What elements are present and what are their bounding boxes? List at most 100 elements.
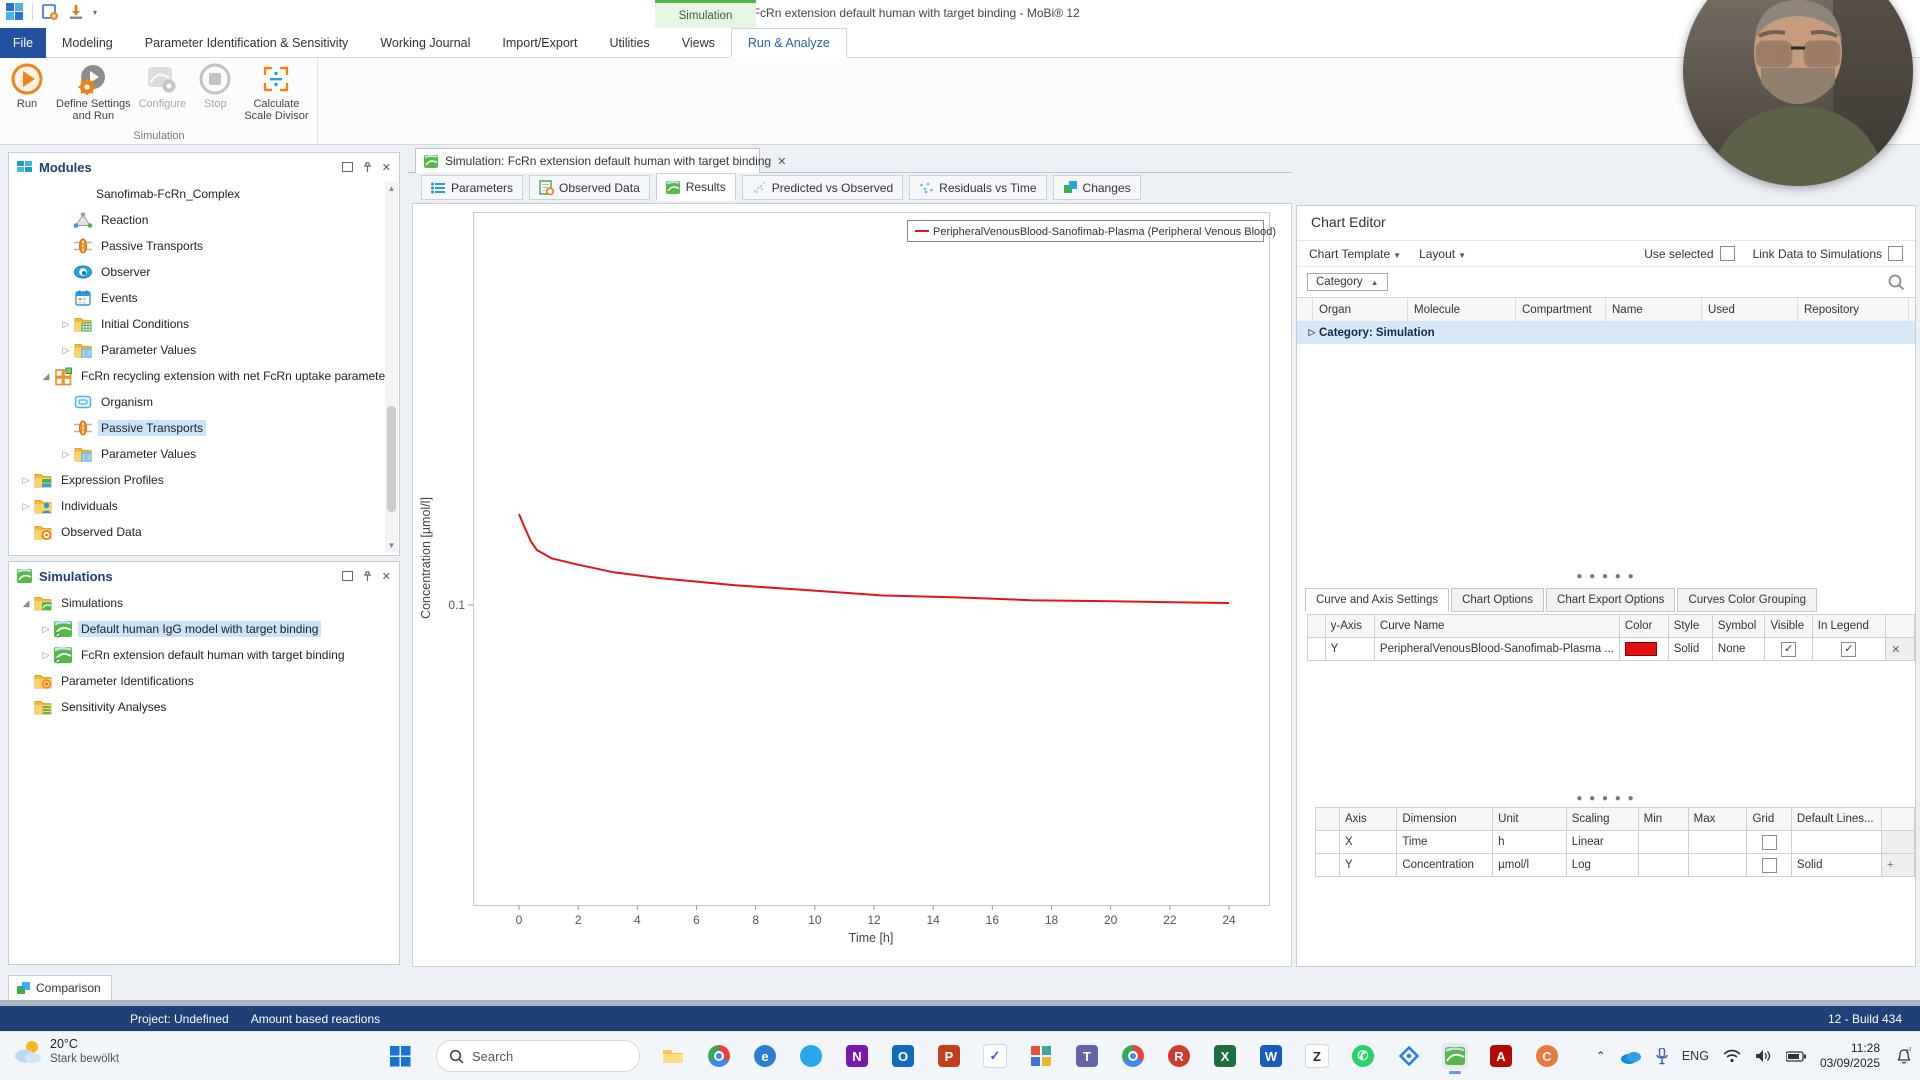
tree-item-passive-transports[interactable]: Passive Transports	[9, 233, 399, 259]
scaling-cell[interactable]: Linear	[1565, 830, 1639, 854]
tree-item-observed-data[interactable]: Observed Data	[9, 519, 399, 545]
taskbar-icon-zoom-app[interactable]: Z	[1304, 1043, 1330, 1069]
axes-col-unit[interactable]: Unit	[1492, 807, 1567, 831]
tree-item-sanofimab-fcrn-complex[interactable]: Sanofimab-FcRn_Complex	[9, 181, 399, 207]
ribbon-tab-modeling[interactable]: Modeling	[46, 28, 129, 58]
curves-col-style[interactable]: Style	[1667, 614, 1713, 638]
modules-scrollbar[interactable]: ▲ ▼	[385, 182, 398, 552]
remove-curve-button[interactable]: ✕	[1885, 637, 1915, 661]
ribbon-tab-parameter-identification-sensitivity[interactable]: Parameter Identification & Sensitivity	[129, 28, 365, 58]
view-tab-predicted-vs-observed[interactable]: Predicted vs Observed	[741, 175, 904, 200]
grid-checkbox[interactable]	[1761, 857, 1777, 873]
ribbon-tab-utilities[interactable]: Utilities	[593, 28, 665, 58]
axes-col-min[interactable]: Min	[1637, 807, 1689, 831]
battery-icon[interactable]	[1785, 1050, 1806, 1062]
tree-item-fcrn-extension-default-human-with-target-binding[interactable]: ▷ FcRn extension default human with targe…	[9, 642, 399, 668]
axes-col-axis[interactable]: Axis	[1338, 807, 1398, 831]
taskbar-icon-skype[interactable]	[798, 1043, 824, 1069]
grid-column-organ[interactable]: Organ	[1313, 298, 1408, 322]
taskbar-icon-photos[interactable]	[1396, 1043, 1422, 1069]
taskbar-icon-browser[interactable]	[1120, 1043, 1146, 1069]
results-chart[interactable]: 0 2 4 6 8 10 12 14 16 18 20 22 24Time [h]0.1Concentr…	[413, 204, 1291, 966]
curve-symbol-cell[interactable]: None	[1711, 637, 1766, 661]
ribbon-tab-views[interactable]: Views	[666, 28, 731, 58]
view-tab-results[interactable]: Results	[655, 173, 736, 201]
maximize-icon[interactable]	[341, 571, 353, 581]
expander-expanded-icon[interactable]: ◢	[39, 371, 53, 382]
scrollbar-thumb[interactable]	[387, 406, 396, 512]
search-icon[interactable]	[1887, 273, 1905, 291]
curves-col-y-axis[interactable]: y-Axis	[1324, 614, 1375, 638]
tray-clock[interactable]: 11:28 03/09/2025	[1820, 1041, 1880, 1071]
taskbar-icon-acrobat[interactable]: A	[1488, 1043, 1514, 1069]
axes-col-grid[interactable]: Grid	[1746, 807, 1792, 831]
curve-row[interactable]: Y PeripheralVenousBlood-Sanofimab-Plasma …	[1307, 637, 1915, 661]
grid-column-used[interactable]: Used	[1702, 298, 1798, 322]
view-tab-parameters[interactable]: Parameters	[421, 175, 524, 200]
tree-item-events[interactable]: Events	[9, 285, 399, 311]
close-icon[interactable]: ✕	[382, 161, 391, 174]
chart-editor-tab-chart-export-options[interactable]: Chart Export Options	[1546, 588, 1676, 612]
add-axis-button[interactable]: +	[1880, 853, 1916, 877]
link-data-checkbox[interactable]	[1888, 246, 1903, 261]
use-selected-checkbox[interactable]	[1719, 246, 1735, 261]
taskbar-icon-whatsapp[interactable]: ✆	[1350, 1043, 1376, 1069]
grid-column-repository[interactable]: Repository	[1798, 298, 1909, 322]
curves-col-visible[interactable]: Visible	[1764, 614, 1813, 638]
taskbar-icon-edge[interactable]: e	[752, 1043, 778, 1069]
scroll-down-icon[interactable]: ▼	[385, 539, 398, 552]
ribbon-button-calculate-scale-divisor[interactable]: Calculate Scale Divisor	[244, 62, 309, 122]
expander-expanded-icon[interactable]: ◢	[19, 598, 33, 609]
chart-editor-tab-curve-and-axis-settings[interactable]: Curve and Axis Settings	[1305, 588, 1450, 612]
expander-collapsed-icon[interactable]: ▷	[59, 449, 73, 460]
in-legend-checkbox[interactable]: ✓	[1841, 641, 1857, 657]
splitter-handle[interactable]: ● ● ● ● ●	[1297, 794, 1915, 804]
axes-col-scaling[interactable]: Scaling	[1565, 807, 1639, 831]
ribbon-tab-working-journal[interactable]: Working Journal	[364, 28, 486, 58]
axes-col-dimension[interactable]: Dimension	[1396, 807, 1494, 831]
close-icon[interactable]: ✕	[382, 570, 391, 583]
document-tab[interactable]: Simulation: FcRn extension default human…	[415, 148, 786, 173]
volume-icon[interactable]	[1755, 1049, 1772, 1063]
axis-row-x[interactable]: X Time h Linear	[1315, 830, 1916, 854]
curve-name-cell[interactable]: PeripheralVenousBlood-Sanofimab-Plasma .…	[1373, 637, 1620, 661]
expander-collapsed-icon[interactable]: ▷	[19, 501, 33, 512]
ribbon-button-run[interactable]: Run	[6, 62, 48, 110]
tree-item-parameter-values[interactable]: ▷ Parameter Values	[9, 337, 399, 363]
tray-language[interactable]: ENG	[1682, 1049, 1709, 1063]
curves-col-curve-name[interactable]: Curve Name	[1373, 614, 1620, 638]
expander-collapsed-icon[interactable]: ▷	[39, 624, 53, 635]
scroll-up-icon[interactable]: ▲	[385, 182, 398, 195]
tray-chevron-up-icon[interactable]: ⌃	[1596, 1049, 1606, 1063]
pin-icon[interactable]	[363, 570, 372, 582]
notification-bell-icon[interactable]: zz	[1894, 1047, 1912, 1065]
grid-column-compartment[interactable]: Compartment	[1516, 298, 1606, 322]
taskbar-icon-chrome[interactable]	[706, 1043, 732, 1069]
axes-col-max[interactable]: Max	[1687, 807, 1748, 831]
qat-customize-icon[interactable]: ▾	[93, 8, 97, 17]
tree-item-observer[interactable]: Observer	[9, 259, 399, 285]
axis-row-y[interactable]: Y Concentration µmol/l Log Solid +	[1315, 853, 1916, 877]
grid-column-molecule[interactable]: Molecule	[1408, 298, 1516, 322]
taskbar-icon-to-do[interactable]: ✓	[982, 1043, 1008, 1069]
new-window-icon[interactable]	[41, 3, 59, 21]
grid-column-name[interactable]: Name	[1606, 298, 1702, 322]
tree-item-default-human-igg-model-with-target-binding[interactable]: ▷ Default human IgG model with target bin…	[9, 616, 399, 642]
tree-item-expression-profiles[interactable]: ▷ Expression Profiles	[9, 467, 399, 493]
tree-item-individuals[interactable]: ▷ Individuals	[9, 493, 399, 519]
expander-collapsed-icon[interactable]: ▷	[39, 650, 53, 661]
ribbon-tab-import-export[interactable]: Import/Export	[486, 28, 593, 58]
expander-collapsed-icon[interactable]: ▷	[59, 319, 73, 330]
start-button[interactable]	[390, 1046, 411, 1067]
taskbar-icon-word[interactable]: W	[1258, 1043, 1284, 1069]
tree-item-reaction[interactable]: Reaction	[9, 207, 399, 233]
tree-item-fcrn-recycling-extension-with-net-fcrn-uptake-parameter[interactable]: ◢ FcRn recycling extension with net FcRn …	[9, 363, 399, 389]
curves-col-symbol[interactable]: Symbol	[1711, 614, 1766, 638]
view-tab-changes[interactable]: Changes	[1052, 175, 1141, 200]
import-icon[interactable]	[67, 3, 85, 21]
tree-item-parameter-identifications[interactable]: Parameter Identifications	[9, 668, 399, 694]
splitter-handle[interactable]: ● ● ● ● ●	[1297, 572, 1915, 582]
ribbon-tab-run-analyze[interactable]: Run & Analyze	[730, 28, 847, 58]
close-tab-icon[interactable]: ✕	[777, 155, 786, 168]
taskbar-icon-onenote[interactable]: N	[844, 1043, 870, 1069]
